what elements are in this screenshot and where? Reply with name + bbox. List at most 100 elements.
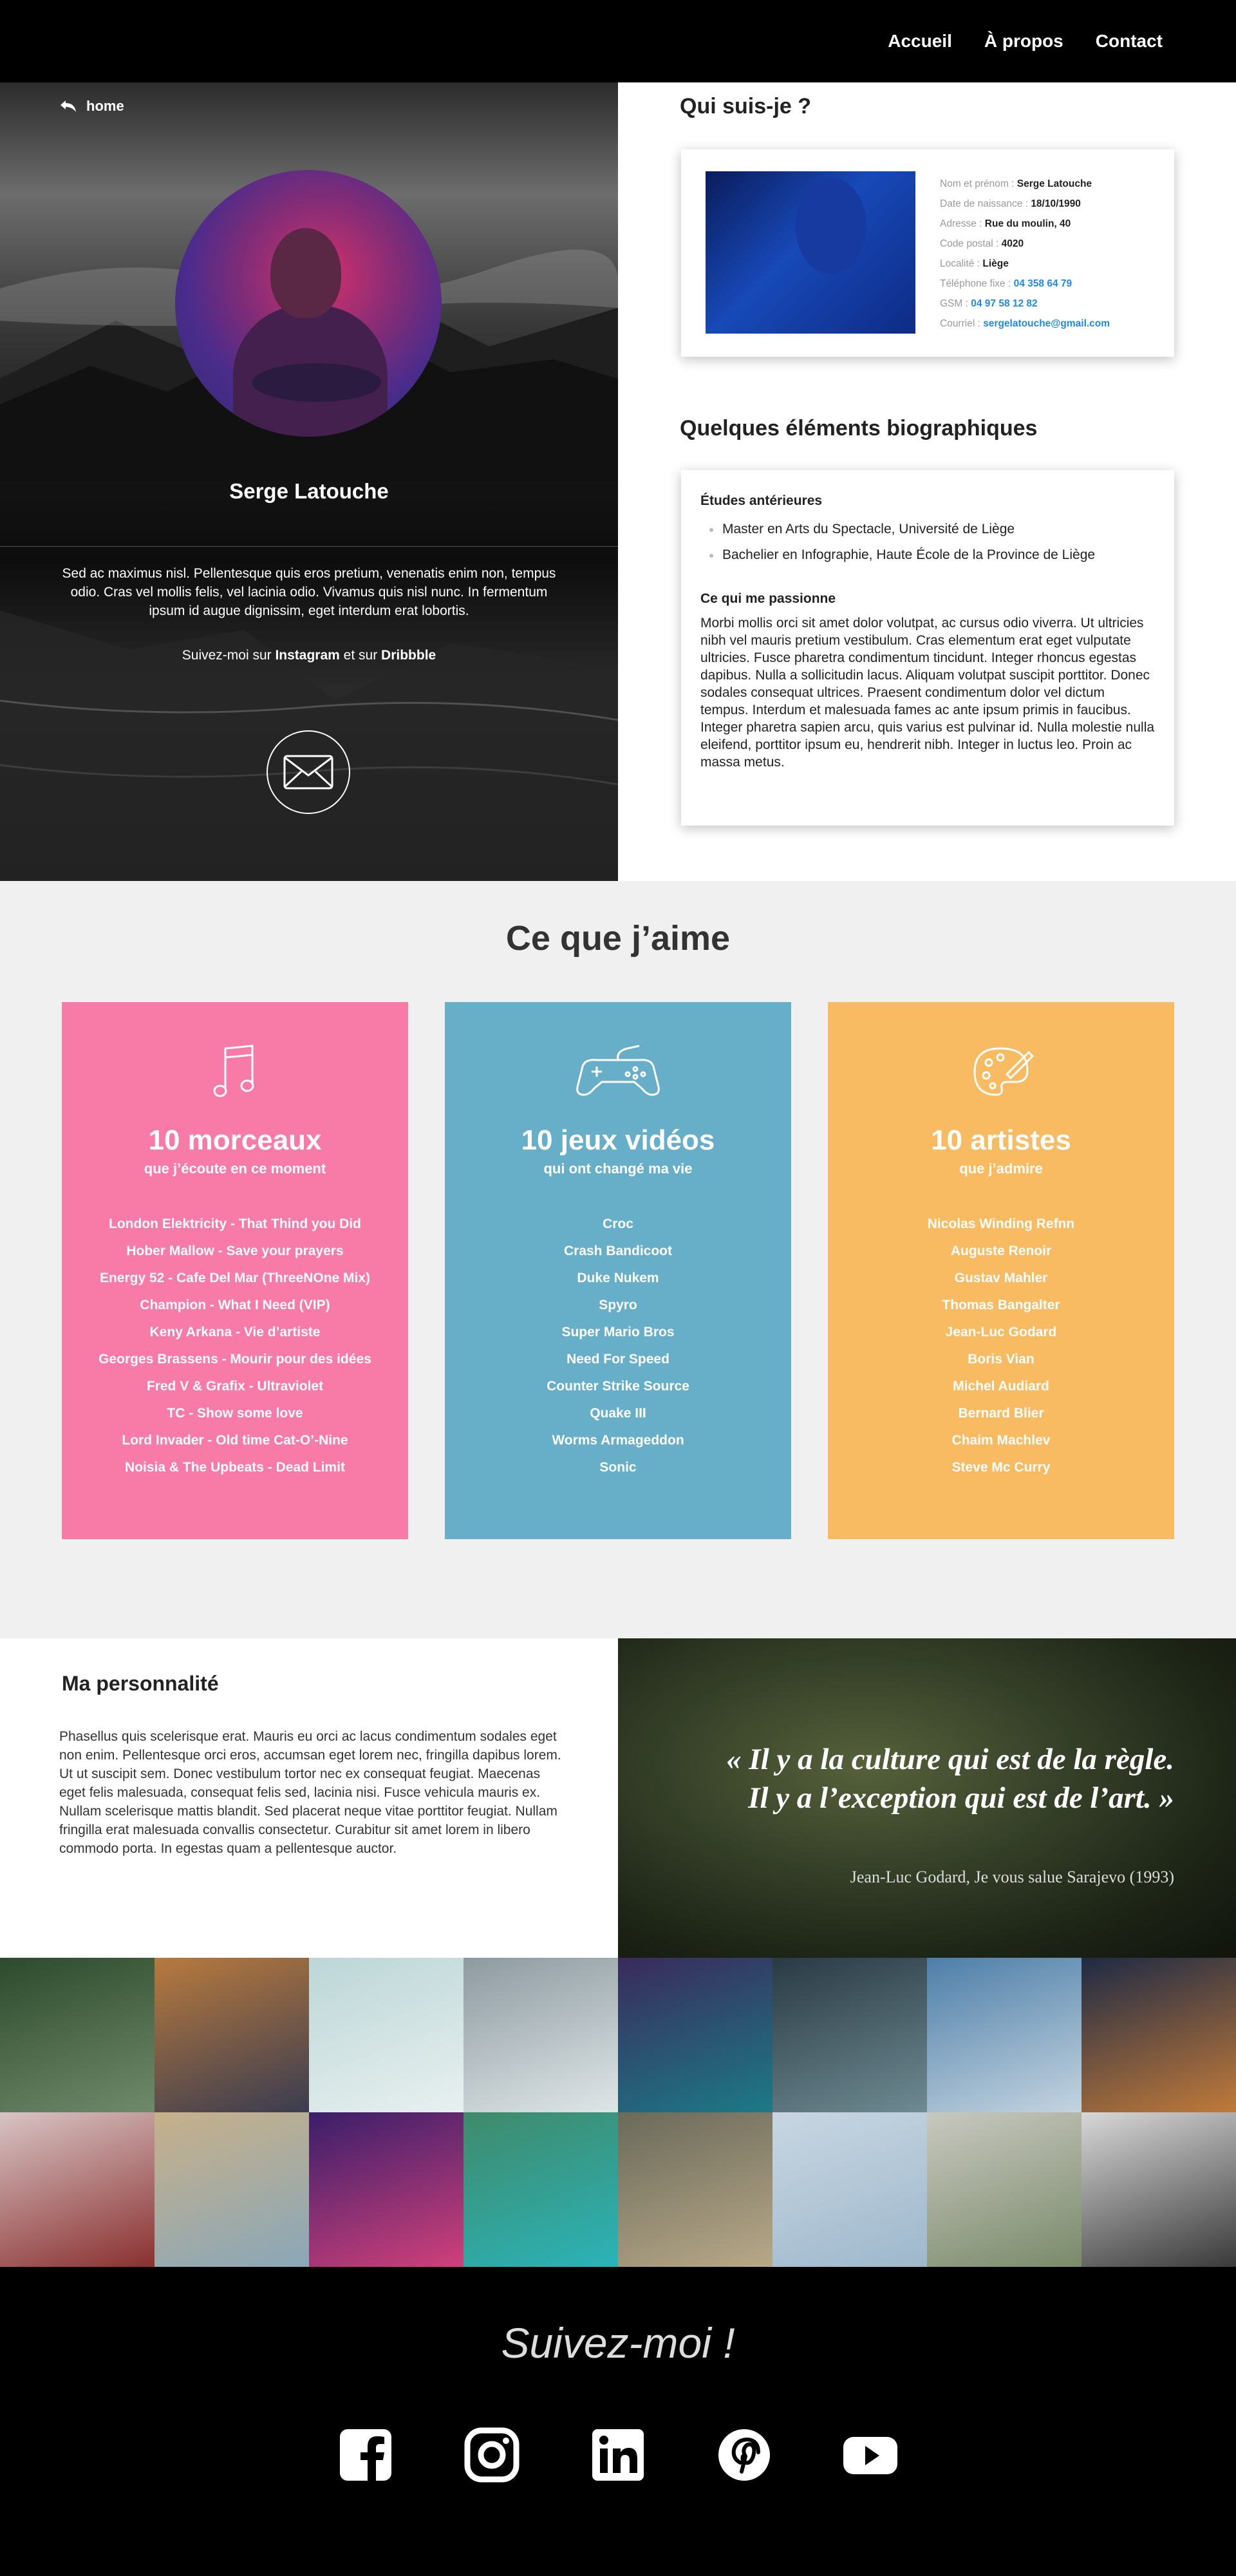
footer: Suivez-moi !: [0, 2267, 1236, 2576]
identity-field: GSM : 04 97 58 12 82: [940, 294, 1165, 314]
likes-section: Ce que j’aime 10 morceaux que j’écoute e…: [0, 881, 1236, 1638]
personality-title: Ma personnalité: [62, 1672, 219, 1695]
pinterest-icon[interactable]: [716, 2427, 772, 2483]
list-item: Thomas Bangalter: [942, 1298, 1060, 1312]
passion-text: Morbi mollis orci sit amet dolor volutpa…: [700, 616, 1155, 770]
likes-card-games: 10 jeux vidéos qui ont changé ma vie Cro…: [445, 1002, 791, 1539]
quote-line-1: « Il y a la culture qui est de la règle.: [726, 1743, 1174, 1776]
home-back-label: home: [86, 98, 124, 114]
dribbble-link[interactable]: Dribbble: [381, 648, 436, 663]
list-item: Michel Audiard: [953, 1379, 1049, 1394]
tropical-island-photo: [464, 2112, 618, 2267]
nav-item-accueil[interactable]: Accueil: [888, 31, 952, 52]
instagram-link[interactable]: Instagram: [275, 648, 339, 663]
identity-field-value: 18/10/1990: [1031, 198, 1081, 209]
identity-field-label: Courriel :: [940, 318, 984, 329]
follow-text: Suivez-moi sur Instagram et sur Dribbble: [0, 648, 618, 663]
likes-card-title: 10 artistes: [931, 1124, 1071, 1156]
bio-title: Quelques éléments biographiques: [680, 416, 1038, 440]
list-item: Lord Invader - Old time Cat-O’-Nine: [122, 1433, 348, 1448]
studies-title: Études antérieures: [700, 493, 823, 508]
nav-item-contact[interactable]: Contact: [1096, 31, 1163, 52]
list-item: Croc: [603, 1217, 633, 1231]
likes-list: Nicolas Winding Refnn Auguste Renoir Gusta…: [828, 1211, 1174, 1481]
passion-title: Ce qui me passionne: [700, 591, 836, 606]
likes-list: Croc Crash Bandicoot Duke Nukem Spyro Super …: [445, 1211, 791, 1481]
identity-field-label: Nom et prénom :: [940, 178, 1017, 189]
profile-name: Serge Latouche: [229, 479, 389, 503]
list-item: Nicolas Winding Refnn: [927, 1217, 1075, 1231]
list-item: Crash Bandicoot: [563, 1244, 673, 1258]
top-nav: Accueil À propos Contact: [0, 0, 1236, 82]
palette-icon: [973, 1047, 1035, 1096]
identity-field: Courriel : sergelatouche@gmail.com: [940, 314, 1165, 334]
identity-field-link[interactable]: sergelatouche@gmail.com: [983, 318, 1110, 329]
facebook-icon[interactable]: [337, 2427, 394, 2483]
quote-line-2: Il y a l’exception qui est de l’art. »: [748, 1781, 1174, 1815]
gamepad-icon: [576, 1045, 660, 1096]
envelope-icon: [283, 755, 333, 790]
list-item: Super Mario Bros: [561, 1325, 675, 1340]
wave-photo: [464, 1958, 618, 2112]
list-item: Master en Arts du Spectacle, Université …: [709, 516, 1155, 542]
identity-field-link[interactable]: 04 358 64 79: [1014, 278, 1072, 289]
follow-prefix: Suivez-moi sur: [182, 648, 276, 663]
neon-signs-photo: [309, 2112, 464, 2267]
neon-street-photo: [618, 1958, 772, 2112]
home-back-link[interactable]: home: [59, 98, 124, 115]
foggy-field-photo: [927, 2112, 1082, 2267]
profile-bio: Sed ac maximus nisl. Pellentesque quis e…: [62, 566, 556, 618]
list-item: Counter Strike Source: [547, 1379, 689, 1394]
list-item: Keny Arkana - Vie d’artiste: [149, 1325, 321, 1340]
identity-field-label: Adresse :: [940, 218, 985, 229]
identity-field: Code postal : 4020: [940, 234, 1165, 254]
list-item: London Elektricity - That Thind you Did: [109, 1217, 361, 1231]
list-item: Boris Vian: [968, 1352, 1035, 1367]
quote-source: Jean-Luc Godard, Je vous salue Sarajevo …: [850, 1868, 1174, 1886]
identity-field-value: Rue du moulin, 40: [984, 218, 1071, 229]
identity-field: Date de naissance : 18/10/1990: [940, 194, 1165, 214]
list-item: Auguste Renoir: [950, 1244, 1052, 1258]
bio-card: Études antérieures Master en Arts du Spe…: [681, 470, 1174, 826]
nav-links: Accueil À propos Contact: [888, 31, 1163, 52]
list-item: Bernard Blier: [958, 1406, 1044, 1421]
likes-card-subtitle: que j’écoute en ce moment: [144, 1160, 326, 1177]
likes-card-music: 10 morceaux que j’écoute en ce moment Lo…: [62, 1002, 408, 1539]
back-arrow-icon: [61, 100, 76, 112]
nav-item-a-propos[interactable]: À propos: [984, 31, 1063, 52]
identity-card: Nom et prénom : Serge Latouche Date de na…: [681, 149, 1174, 357]
list-item: Chaim Machlev: [951, 1433, 1051, 1448]
identity-field-value: Serge Latouche: [1016, 178, 1092, 189]
list-item: Noisia & The Upbeats - Dead Limit: [125, 1460, 345, 1475]
linkedin-icon[interactable]: [590, 2427, 646, 2483]
list-item: Bachelier en Infographie, Haute École de…: [709, 542, 1155, 568]
likes-card-artists: 10 artistes que j’admire Nicolas Winding…: [828, 1002, 1174, 1539]
identity-field-label: Date de naissance :: [940, 198, 1031, 209]
city-skyline-photo: [154, 1958, 309, 2112]
likes-card-subtitle: que j’admire: [959, 1160, 1043, 1177]
list-item: Spyro: [599, 1298, 637, 1312]
social-icons: [0, 2427, 1236, 2483]
identity-field-label: Code postal :: [940, 238, 1002, 249]
identity-field: Adresse : Rue du moulin, 40: [940, 214, 1165, 234]
mail-button[interactable]: [267, 730, 350, 814]
photo-gallery: [0, 1958, 1236, 2267]
profile-hero: home Serge Latouche Sed ac maximus nisl.…: [0, 82, 618, 881]
bearded-man-photo: [1082, 2112, 1236, 2267]
metro-escalator-photo: [772, 1958, 927, 2112]
list-item: Gustav Mahler: [954, 1271, 1048, 1285]
youtube-icon[interactable]: [842, 2427, 899, 2483]
list-item: Duke Nukem: [577, 1271, 659, 1285]
identity-field-link[interactable]: 04 97 58 12 82: [971, 298, 1037, 309]
identity-field-label: Téléphone fixe :: [940, 278, 1014, 289]
likes-list: London Elektricity - That Thind you Did H…: [62, 1211, 408, 1481]
identity-field: Localité : Liège: [940, 254, 1165, 274]
likes-card-title: 10 morceaux: [148, 1124, 322, 1156]
instagram-icon[interactable]: [464, 2427, 520, 2483]
personality-text: Phasellus quis scelerisque erat. Mauris …: [59, 1729, 561, 1856]
identity-field: Nom et prénom : Serge Latouche: [940, 174, 1165, 194]
music-note-icon: [213, 1045, 254, 1097]
glass-hall-photo: [927, 1958, 1082, 2112]
list-item: Champion - What I Need (VIP): [140, 1298, 330, 1312]
quote-text: « Il y a la culture qui est de la règle.…: [618, 1740, 1174, 1817]
